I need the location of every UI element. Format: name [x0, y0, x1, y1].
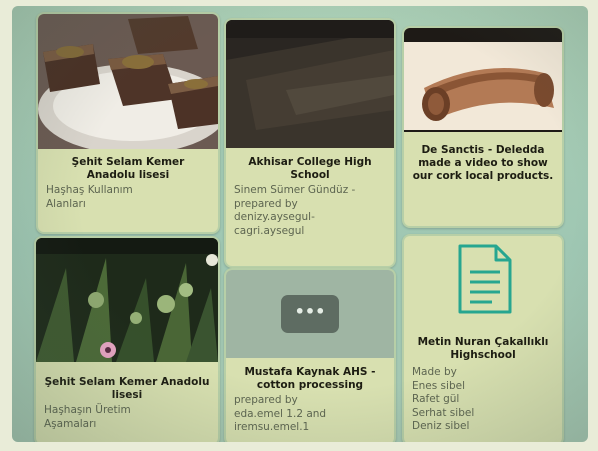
- desc-line: eda.emel 1.2 and: [234, 407, 327, 420]
- post-image-poppies[interactable]: [36, 238, 218, 362]
- post-title: Şehit Selam Kemer Anadolu lisesi: [44, 376, 210, 401]
- desc-line: prepared by: [234, 394, 298, 406]
- post-video-thumbnail[interactable]: [226, 20, 394, 148]
- desc-line: Rafet gül: [412, 393, 460, 405]
- post-file-preview[interactable]: •••: [226, 270, 394, 358]
- post-card-1[interactable]: Şehit Selam Kemer Anadolu lisesi Haşhaş …: [36, 12, 220, 234]
- post-card-5[interactable]: ••• Mustafa Kaynak AHS - cotton processi…: [224, 268, 396, 442]
- post-description: Sinem Sümer Gündüz - prepared by denizy.…: [234, 184, 386, 238]
- post-card-2[interactable]: Akhisar College High School Sinem Sümer …: [224, 18, 396, 268]
- post-description: prepared by eda.emel 1.2 and iremsu.emel…: [234, 394, 386, 435]
- post-description: Haşhaşın Üretim Aşamaları: [44, 404, 210, 431]
- desc-line: denizy.aysegul-: [234, 211, 315, 223]
- post-card-6[interactable]: Metin Nuran Çakallıklı Highschool Made b…: [402, 234, 564, 442]
- desc-line: Deniz sibel: [412, 420, 470, 432]
- post-title: Şehit Selam Kemer Anadolu lisesi: [71, 156, 185, 181]
- post-description: Haşhaş Kullanım Alanları: [46, 184, 210, 211]
- desc-line: iremsu.emel.1: [234, 421, 310, 433]
- post-title: Akhisar College High School: [248, 156, 372, 181]
- desc-line: Alanları: [46, 197, 86, 210]
- post-video-thumbnail[interactable]: [404, 28, 562, 132]
- desc-line: Made by: [412, 366, 457, 378]
- desc-line: cagri.aysegul: [234, 224, 305, 237]
- desc-line: prepared by: [234, 197, 298, 210]
- more-options-icon[interactable]: •••: [281, 295, 339, 333]
- desc-line: Sinem Sümer Gündüz -: [234, 184, 356, 196]
- desc-line: Haşhaş Kullanım: [46, 184, 133, 196]
- desc-line: Haşhaşın Üretim: [44, 404, 131, 416]
- post-title: Metin Nuran Çakallıklı Highschool: [417, 336, 549, 361]
- desc-line: Enes sibel: [412, 379, 465, 392]
- desc-line: Aşamaları: [44, 417, 97, 430]
- document-icon[interactable]: [404, 236, 562, 322]
- post-card-3[interactable]: De Sanctis - Deledda made a video to sho…: [402, 26, 564, 228]
- desc-line: Serhat sibel: [412, 406, 475, 419]
- post-attachment[interactable]: [404, 236, 562, 322]
- post-description: Made by Enes sibel Rafet gül Serhat sibe…: [412, 366, 554, 434]
- post-image-cake[interactable]: [38, 14, 218, 149]
- padlet-board: Şehit Selam Kemer Anadolu lisesi Haşhaş …: [12, 6, 588, 442]
- post-title: Mustafa Kaynak AHS - cotton processing: [244, 366, 376, 391]
- post-card-4[interactable]: Şehit Selam Kemer Anadolu lisesi Haşhaşı…: [34, 236, 220, 442]
- post-title: De Sanctis - Deledda made a video to sho…: [412, 144, 554, 182]
